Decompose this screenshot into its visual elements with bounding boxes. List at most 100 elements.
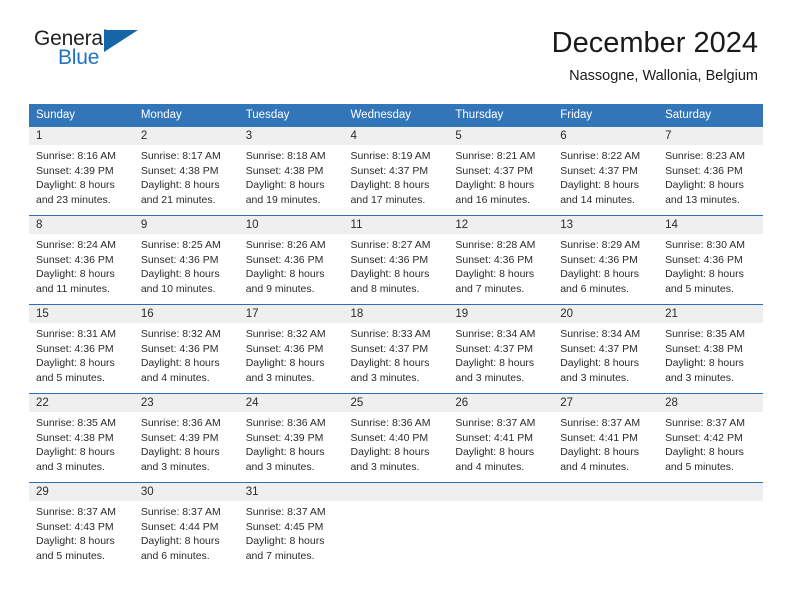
calendar-cell (448, 482, 554, 571)
day-cell[interactable]: 29 Sunrise: 8:37 AM Sunset: 4:43 PM Dayligh… (29, 483, 134, 571)
daylight-line-1: Daylight: 8 hours (665, 446, 744, 459)
day-cell[interactable]: 30 Sunrise: 8:37 AM Sunset: 4:44 PM Dayligh… (133, 483, 239, 571)
day-cell-empty (343, 483, 449, 571)
daylight-line-1: Daylight: 8 hours (245, 535, 325, 548)
sunset-time: Sunset: 4:36 PM (455, 253, 534, 266)
day-number: 22 (29, 394, 134, 412)
day-details: Sunrise: 8:27 AM Sunset: 4:36 PM Daylight:… (344, 234, 449, 296)
sunset-time: Sunset: 4:36 PM (665, 164, 743, 177)
day-cell[interactable]: 1 Sunrise: 8:16 AM Sunset: 4:39 PM Daylight… (29, 127, 134, 215)
daylight-line-2: and 14 minutes. (560, 193, 635, 206)
day-details: Sunrise: 8:24 AM Sunset: 4:36 PM Daylight:… (29, 234, 134, 296)
daylight-line-2: and 3 minutes. (245, 460, 315, 473)
sunset-time: Sunset: 4:39 PM (36, 164, 114, 177)
day-cell[interactable]: 8 Sunrise: 8:24 AM Sunset: 4:36 PM Daylight… (29, 216, 134, 304)
calendar-cell: 9 Sunrise: 8:25 AM Sunset: 4:36 PM Daylight… (133, 215, 239, 305)
daylight-line-2: and 3 minutes. (350, 460, 420, 473)
day-cell[interactable]: 5 Sunrise: 8:21 AM Sunset: 4:37 PM Daylight… (448, 127, 554, 215)
day-cell[interactable]: 2 Sunrise: 8:17 AM Sunset: 4:38 PM Daylight… (133, 127, 239, 215)
day-cell[interactable]: 3 Sunrise: 8:18 AM Sunset: 4:38 PM Daylight… (238, 127, 344, 215)
daylight-line-1: Daylight: 8 hours (350, 446, 430, 459)
day-cell[interactable]: 16 Sunrise: 8:32 AM Sunset: 4:36 PM Dayligh… (133, 305, 239, 393)
day-cell[interactable]: 23 Sunrise: 8:36 AM Sunset: 4:39 PM Dayligh… (133, 394, 239, 482)
day-cell[interactable]: 10 Sunrise: 8:26 AM Sunset: 4:36 PM Dayligh… (238, 216, 344, 304)
daylight-line-2: and 8 minutes. (350, 282, 420, 295)
weekday-header-saturday: Saturday (658, 104, 763, 127)
day-cell[interactable]: 7 Sunrise: 8:23 AM Sunset: 4:36 PM Daylight… (658, 127, 763, 215)
sunset-time: Sunset: 4:36 PM (350, 253, 429, 266)
day-details: Sunrise: 8:28 AM Sunset: 4:36 PM Daylight:… (448, 234, 553, 296)
sunset-time: Sunset: 4:37 PM (350, 164, 429, 177)
daylight-line-1: Daylight: 8 hours (36, 179, 115, 192)
sunset-time: Sunset: 4:40 PM (350, 431, 429, 444)
day-cell[interactable]: 18 Sunrise: 8:33 AM Sunset: 4:37 PM Dayligh… (343, 305, 449, 393)
calendar-cell: 8 Sunrise: 8:24 AM Sunset: 4:36 PM Daylight… (29, 215, 134, 305)
calendar-cell (343, 482, 449, 571)
daylight-line-2: and 9 minutes. (245, 282, 315, 295)
day-cell[interactable]: 20 Sunrise: 8:34 AM Sunset: 4:37 PM Dayligh… (553, 305, 659, 393)
day-cell[interactable]: 9 Sunrise: 8:25 AM Sunset: 4:36 PM Daylight… (133, 216, 239, 304)
daylight-line-2: and 5 minutes. (36, 549, 105, 562)
day-cell[interactable]: 22 Sunrise: 8:35 AM Sunset: 4:38 PM Dayligh… (29, 394, 134, 482)
day-number: 9 (133, 216, 239, 234)
sunrise-time: Sunrise: 8:32 AM (140, 328, 221, 340)
day-cell[interactable]: 12 Sunrise: 8:28 AM Sunset: 4:36 PM Dayligh… (448, 216, 554, 304)
sunrise-time: Sunrise: 8:34 AM (560, 328, 641, 340)
day-details: Sunrise: 8:37 AM Sunset: 4:42 PM Daylight:… (658, 412, 763, 474)
daylight-line-1: Daylight: 8 hours (665, 268, 744, 281)
sunset-time: Sunset: 4:37 PM (455, 342, 534, 355)
day-cell[interactable]: 4 Sunrise: 8:19 AM Sunset: 4:37 PM Daylight… (343, 127, 449, 215)
day-cell[interactable]: 28 Sunrise: 8:37 AM Sunset: 4:42 PM Dayligh… (658, 394, 763, 482)
day-cell[interactable]: 27 Sunrise: 8:37 AM Sunset: 4:41 PM Dayligh… (553, 394, 659, 482)
day-cell[interactable]: 25 Sunrise: 8:36 AM Sunset: 4:40 PM Dayligh… (343, 394, 449, 482)
day-number: 10 (238, 216, 344, 234)
day-number: 15 (29, 305, 134, 323)
general-blue-logo[interactable]: General Blue (34, 28, 234, 76)
calendar-cell: 2 Sunrise: 8:17 AM Sunset: 4:38 PM Daylight… (133, 127, 239, 216)
sunset-time: Sunset: 4:37 PM (350, 342, 429, 355)
sunset-time: Sunset: 4:37 PM (560, 164, 638, 177)
sunrise-time: Sunrise: 8:19 AM (350, 150, 431, 162)
daylight-line-2: and 4 minutes. (140, 371, 210, 384)
day-cell[interactable]: 6 Sunrise: 8:22 AM Sunset: 4:37 PM Daylight… (553, 127, 659, 215)
sunrise-time: Sunrise: 8:36 AM (140, 417, 221, 429)
daylight-line-2: and 6 minutes. (560, 282, 630, 295)
sunrise-time: Sunrise: 8:35 AM (665, 328, 746, 340)
sunrise-time: Sunrise: 8:18 AM (245, 150, 326, 162)
day-number: 27 (553, 394, 659, 412)
page-header: General Blue December 2024 Nassogne, Wal… (0, 0, 792, 84)
day-number: 14 (658, 216, 763, 234)
day-details: Sunrise: 8:31 AM Sunset: 4:36 PM Daylight:… (29, 323, 134, 385)
sunrise-time: Sunrise: 8:37 AM (36, 506, 116, 518)
day-details: Sunrise: 8:25 AM Sunset: 4:36 PM Daylight:… (134, 234, 239, 296)
daylight-line-2: and 16 minutes. (455, 193, 531, 206)
day-cell[interactable]: 26 Sunrise: 8:37 AM Sunset: 4:41 PM Dayligh… (448, 394, 554, 482)
calendar-cell: 31 Sunrise: 8:37 AM Sunset: 4:45 PM Dayligh… (238, 482, 344, 571)
daylight-line-1: Daylight: 8 hours (350, 179, 430, 192)
day-cell[interactable]: 13 Sunrise: 8:29 AM Sunset: 4:36 PM Dayligh… (553, 216, 659, 304)
day-number: 24 (238, 394, 344, 412)
sunset-time: Sunset: 4:36 PM (245, 342, 324, 355)
daylight-line-2: and 7 minutes. (455, 282, 525, 295)
calendar-cell: 25 Sunrise: 8:36 AM Sunset: 4:40 PM Dayligh… (343, 393, 449, 483)
sunrise-time: Sunrise: 8:22 AM (560, 150, 641, 162)
day-cell[interactable]: 19 Sunrise: 8:34 AM Sunset: 4:37 PM Dayligh… (448, 305, 554, 393)
daylight-line-1: Daylight: 8 hours (140, 268, 220, 281)
sunrise-time: Sunrise: 8:27 AM (350, 239, 431, 251)
day-cell[interactable]: 14 Sunrise: 8:30 AM Sunset: 4:36 PM Dayligh… (658, 216, 763, 304)
day-cell[interactable]: 11 Sunrise: 8:27 AM Sunset: 4:36 PM Dayligh… (343, 216, 449, 304)
day-details: Sunrise: 8:37 AM Sunset: 4:44 PM Daylight:… (134, 501, 239, 563)
day-cell[interactable]: 15 Sunrise: 8:31 AM Sunset: 4:36 PM Dayligh… (29, 305, 134, 393)
day-details: Sunrise: 8:19 AM Sunset: 4:37 PM Daylight:… (344, 145, 449, 207)
title-block: December 2024 Nassogne, Wallonia, Belgiu… (552, 26, 758, 86)
sunrise-time: Sunrise: 8:24 AM (36, 239, 116, 251)
day-cell[interactable]: 21 Sunrise: 8:35 AM Sunset: 4:38 PM Dayligh… (658, 305, 763, 393)
calendar-cell: 14 Sunrise: 8:30 AM Sunset: 4:36 PM Dayligh… (658, 215, 763, 305)
daylight-line-2: and 3 minutes. (36, 460, 105, 473)
day-cell[interactable]: 31 Sunrise: 8:37 AM Sunset: 4:45 PM Dayligh… (238, 483, 344, 571)
day-cell[interactable]: 24 Sunrise: 8:36 AM Sunset: 4:39 PM Dayligh… (238, 394, 344, 482)
day-number: 6 (553, 127, 659, 145)
day-cell[interactable]: 17 Sunrise: 8:32 AM Sunset: 4:36 PM Dayligh… (238, 305, 344, 393)
calendar-cell: 12 Sunrise: 8:28 AM Sunset: 4:36 PM Dayligh… (448, 215, 554, 305)
sunrise-time: Sunrise: 8:34 AM (455, 328, 536, 340)
